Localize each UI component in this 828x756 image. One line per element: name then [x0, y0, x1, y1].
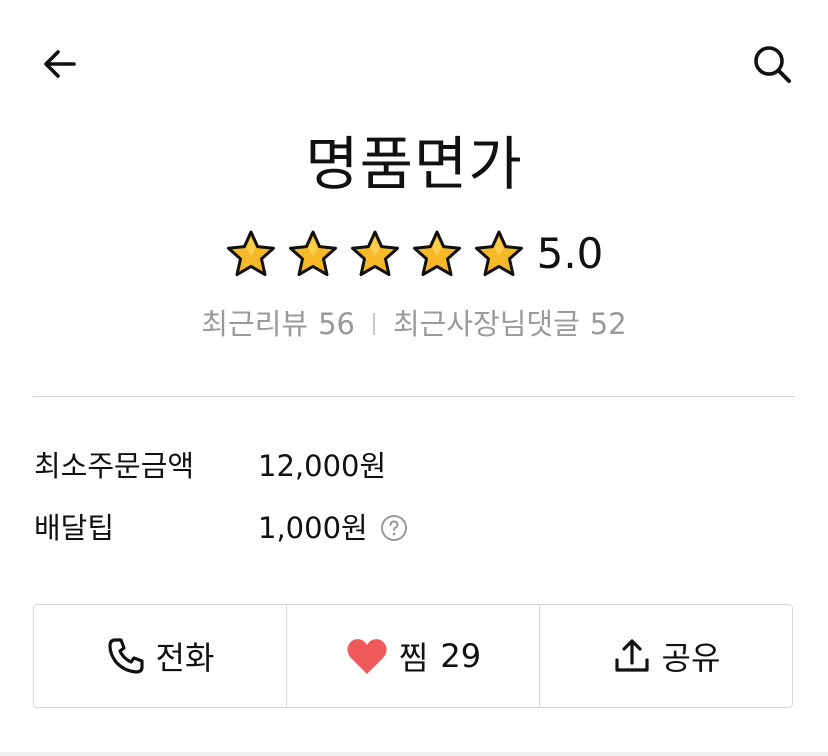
star-icon	[287, 229, 339, 279]
recent-reviews-label: 최근리뷰	[201, 307, 309, 341]
star-icon	[411, 229, 463, 279]
delivery-tip-label: 배달팁	[34, 511, 115, 545]
share-label: 공유	[661, 639, 721, 677]
recent-reviews-link[interactable]: 최근리뷰 56	[201, 304, 355, 344]
rating-value: 5.0	[536, 229, 604, 278]
min-order-label: 최소주문금액	[34, 449, 195, 483]
back-button[interactable]	[36, 40, 84, 88]
store-name: 명품면가	[305, 130, 523, 198]
search-icon	[754, 46, 791, 83]
recent-reviews-count: 56	[318, 307, 355, 341]
bottom-divider	[0, 752, 828, 756]
star-icon	[225, 229, 277, 279]
heart-icon	[345, 636, 389, 676]
delivery-tip-value-wrap: 1,000원	[258, 508, 408, 548]
favorite-count: 29	[440, 637, 482, 675]
arrow-left-icon	[44, 50, 76, 78]
rating-row: 5.0	[0, 224, 828, 284]
favorite-label: 찜	[398, 639, 429, 677]
star-icon	[349, 229, 401, 279]
question-circle-icon[interactable]	[380, 514, 408, 542]
phone-icon	[106, 636, 146, 676]
top-bar	[0, 0, 828, 120]
share-upload-icon	[612, 636, 652, 676]
owner-replies-label: 최근사장님댓글	[392, 307, 580, 341]
delivery-tip-value: 1,000원	[258, 511, 368, 545]
star-icon	[473, 229, 525, 279]
review-summary: 최근리뷰 56 최근사장님댓글 52	[0, 304, 828, 344]
owner-replies-link[interactable]: 최근사장님댓글 52	[393, 304, 627, 344]
delivery-tip-row: 배달팁 1,000원	[34, 508, 794, 548]
section-divider	[33, 396, 795, 397]
star-rating	[225, 229, 525, 279]
owner-replies-count: 52	[589, 307, 627, 341]
favorite-button[interactable]: 찜 29	[286, 605, 539, 707]
call-button[interactable]: 전화	[34, 605, 286, 707]
action-bar: 전화 찜 29 공유	[33, 604, 793, 708]
divider	[372, 313, 375, 335]
share-button[interactable]: 공유	[539, 605, 792, 707]
call-label: 전화	[155, 639, 215, 677]
min-order-row: 최소주문금액 12,000원	[34, 446, 794, 486]
store-detail-page: 명품면가 5.0 최근리뷰 56 최근사장님댓글 52 최소주문금액 12,00…	[0, 0, 828, 756]
min-order-value: 12,000원	[258, 449, 387, 483]
search-button[interactable]	[746, 38, 798, 90]
